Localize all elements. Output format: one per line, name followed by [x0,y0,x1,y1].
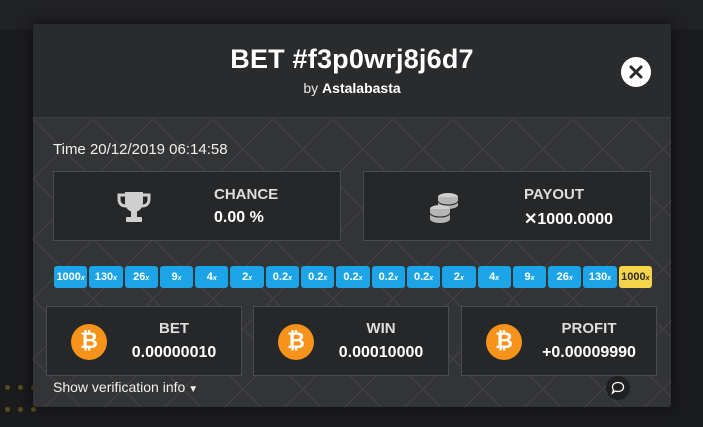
multiplier-suffix: x [113,275,118,282]
bet-details-modal: BET #f3p0wrj8j6d7 by Astalabasta Time 20… [33,24,671,407]
bitcoin-icon: ₿ [278,324,314,360]
multiplier-chip: 9x [159,266,194,288]
profit-value: +0.00009990 [542,344,636,361]
chance-label: CHANCE [214,186,279,203]
multiplier-value: 0.2 [413,271,430,283]
multiplier-suffix: x [80,275,85,282]
bet-time: Time 20/12/2019 06:14:58 [53,141,228,158]
multiplier-suffix: x [358,275,363,282]
multiplier-value: 0.2 [343,271,359,283]
close-icon [629,65,643,79]
multiplier-suffix: x [393,275,398,282]
multiplier-suffix: x [530,275,535,282]
chance-value: 0.00 % [214,209,264,226]
multiplier-value: 0.2 [378,271,394,283]
multiplier-chip: 2x [230,266,264,288]
multiplier-suffix: x [429,275,434,282]
multiplier-suffix: x [607,275,612,282]
chance-box: CHANCE 0.00 % [53,171,341,241]
multiplier-suffix: x [145,275,150,282]
chat-bubble-icon [611,381,625,395]
multiplier-value: 26 [133,271,146,283]
trophy-icon [117,192,151,222]
coins-stack-icon [429,193,459,223]
profit-amount-box: ₿ PROFIT +0.00009990 [461,306,657,376]
bitcoin-icon: ₿ [486,324,522,360]
multiplier-suffix: x [288,275,292,282]
win-value: 0.00010000 [338,344,424,361]
payout-value: ✕1000.0000 [524,211,614,228]
multiplier-value: 1000 [621,271,646,283]
multiplier-value: 130 [588,271,608,283]
multiplier-chip: 2x [442,266,476,288]
multiplier-chip: 1000x [618,266,652,288]
multiplier-chip: 9x [512,266,547,288]
multiplier-value: 26 [556,271,569,283]
bitcoin-icon: ₿ [71,324,107,360]
modal-header: BET #f3p0wrj8j6d7 by Astalabasta [33,24,671,118]
multiplier-suffix: x [568,275,573,282]
multiplier-chip: 26x [124,266,158,288]
multiplier-value: 0.2 [308,271,324,283]
win-amount-box: ₿ WIN 0.00010000 [253,306,449,376]
payout-label: PAYOUT [524,186,585,203]
show-verification-toggle[interactable]: Show verification info ▼ [53,379,198,395]
bet-amount-box: ₿ BET 0.00000010 [46,306,242,376]
multiplier-chip: 130x [583,266,617,288]
multiplier-value: 130 [94,271,114,283]
bet-author: by Astalabasta [33,80,671,96]
multiplier-chip: 26x [548,266,582,288]
multiplier-chip: 0.2x [265,266,300,288]
author-username[interactable]: Astalabasta [322,80,401,96]
multiplier-suffix: x [495,275,500,282]
multiplier-suffix: x [645,275,650,282]
multiplier-chip: 0.2x [406,266,441,288]
multiplier-chip: 1000x [54,266,88,288]
author-prefix: by [303,80,319,96]
multiplier-row: 1000x 130x 26x 9x 4x 2x 0.2x 0.2x 0.2x 0.2x 0.2x 2x… [54,266,652,288]
payout-box: PAYOUT ✕1000.0000 [363,171,651,241]
multiplier-chip: 0.2x [371,266,405,288]
multiplier-chip: 0.2x [336,266,370,288]
multiplier-suffix: x [177,275,182,282]
bet-value: 0.00000010 [131,344,217,361]
bet-label: BET [159,320,189,337]
multiplier-suffix: x [459,275,464,282]
close-button[interactable] [621,57,651,87]
multiplier-chip: 0.2x [301,266,335,288]
verification-label: Show verification info [53,379,186,395]
bet-title: BET #f3p0wrj8j6d7 [230,44,474,74]
multiplier-chip: 4x [195,266,229,288]
multiplier-value: 1000 [56,271,81,283]
multiplier-suffix: x [212,275,217,282]
multiplier-suffix: x [248,275,253,282]
multiplier-chip: 4x [477,266,511,288]
multiplier-chip: 130x [89,266,123,288]
profit-label: PROFIT [561,320,617,337]
chevron-down-icon: ▼ [188,384,199,395]
chat-button[interactable] [606,376,630,400]
multiplier-suffix: x [323,275,328,282]
multiplier-value: 0.2 [272,271,289,283]
win-label: WIN [366,320,396,337]
